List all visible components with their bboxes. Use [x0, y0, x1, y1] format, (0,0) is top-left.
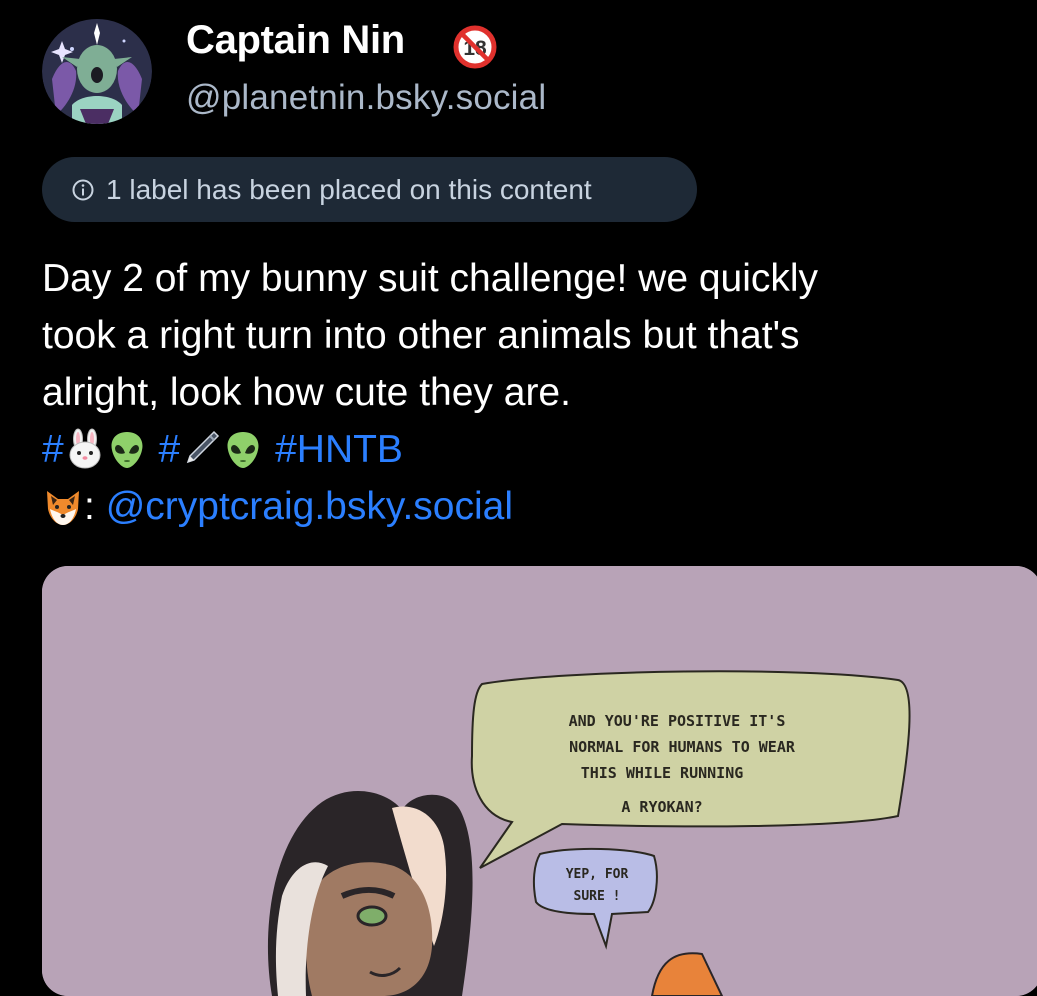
info-icon [72, 179, 94, 200]
avatar-image [42, 19, 152, 124]
hashtag-symbol: # [158, 428, 181, 471]
post-text-line: Day 2 of my bunny suit challenge! we qui… [42, 257, 819, 300]
label-notice-text: 1 label has been placed on this content [106, 173, 592, 205]
speech-bubble-2-line: SURE ! [574, 889, 621, 904]
content-label-notice[interactable]: 1 label has been placed on this content [42, 157, 697, 222]
speech-bubble-1-line: A RYOKAN? [621, 798, 702, 816]
speech-bubble-1-line: AND YOU'RE POSITIVE IT'S [569, 712, 786, 730]
hashtag-line: # # #HNTB [42, 421, 1032, 478]
post-text-line: took a right turn into other animals but… [42, 314, 800, 357]
hashtag-symbol: # [42, 428, 64, 471]
author-display-name[interactable]: Captain Nin [186, 18, 405, 63]
post-image[interactable]: AND YOU'RE POSITIVE IT'S NORMAL FOR HUMA… [42, 566, 1037, 996]
author-handle[interactable]: @planetnin.bsky.social [186, 78, 546, 118]
author-avatar[interactable] [42, 19, 152, 124]
pen-emoji [187, 430, 220, 464]
post-text-line: alright, look how cute they are. [42, 371, 571, 414]
speech-bubble-1-line: NORMAL FOR HUMANS TO WEAR [569, 738, 796, 756]
comic-illustration: AND YOU'RE POSITIVE IT'S NORMAL FOR HUMA… [42, 566, 1037, 996]
fox-face-emoji [47, 491, 79, 525]
speech-bubble-1-line: THIS WHILE RUNNING [581, 764, 744, 782]
adult-content-18-icon: 18 [453, 25, 497, 69]
alien-emoji [227, 432, 259, 468]
mention-link[interactable]: @cryptcraig.bsky.social [106, 485, 513, 528]
post-body: Day 2 of my bunny suit challenge! we qui… [42, 250, 1032, 535]
credit-separator: : [84, 485, 95, 528]
character-face [306, 862, 433, 996]
speech-bubble-2-line: YEP, FOR [566, 867, 629, 882]
rabbit-face-emoji [69, 428, 101, 469]
hashtag-pen-alien[interactable]: # [159, 428, 265, 471]
hashtag-bunny-alien[interactable]: # [42, 428, 148, 471]
hashtag-hntb[interactable]: #HNTB [275, 428, 403, 471]
alien-emoji [111, 432, 143, 468]
credit-line: : @cryptcraig.bsky.social [42, 478, 1032, 535]
